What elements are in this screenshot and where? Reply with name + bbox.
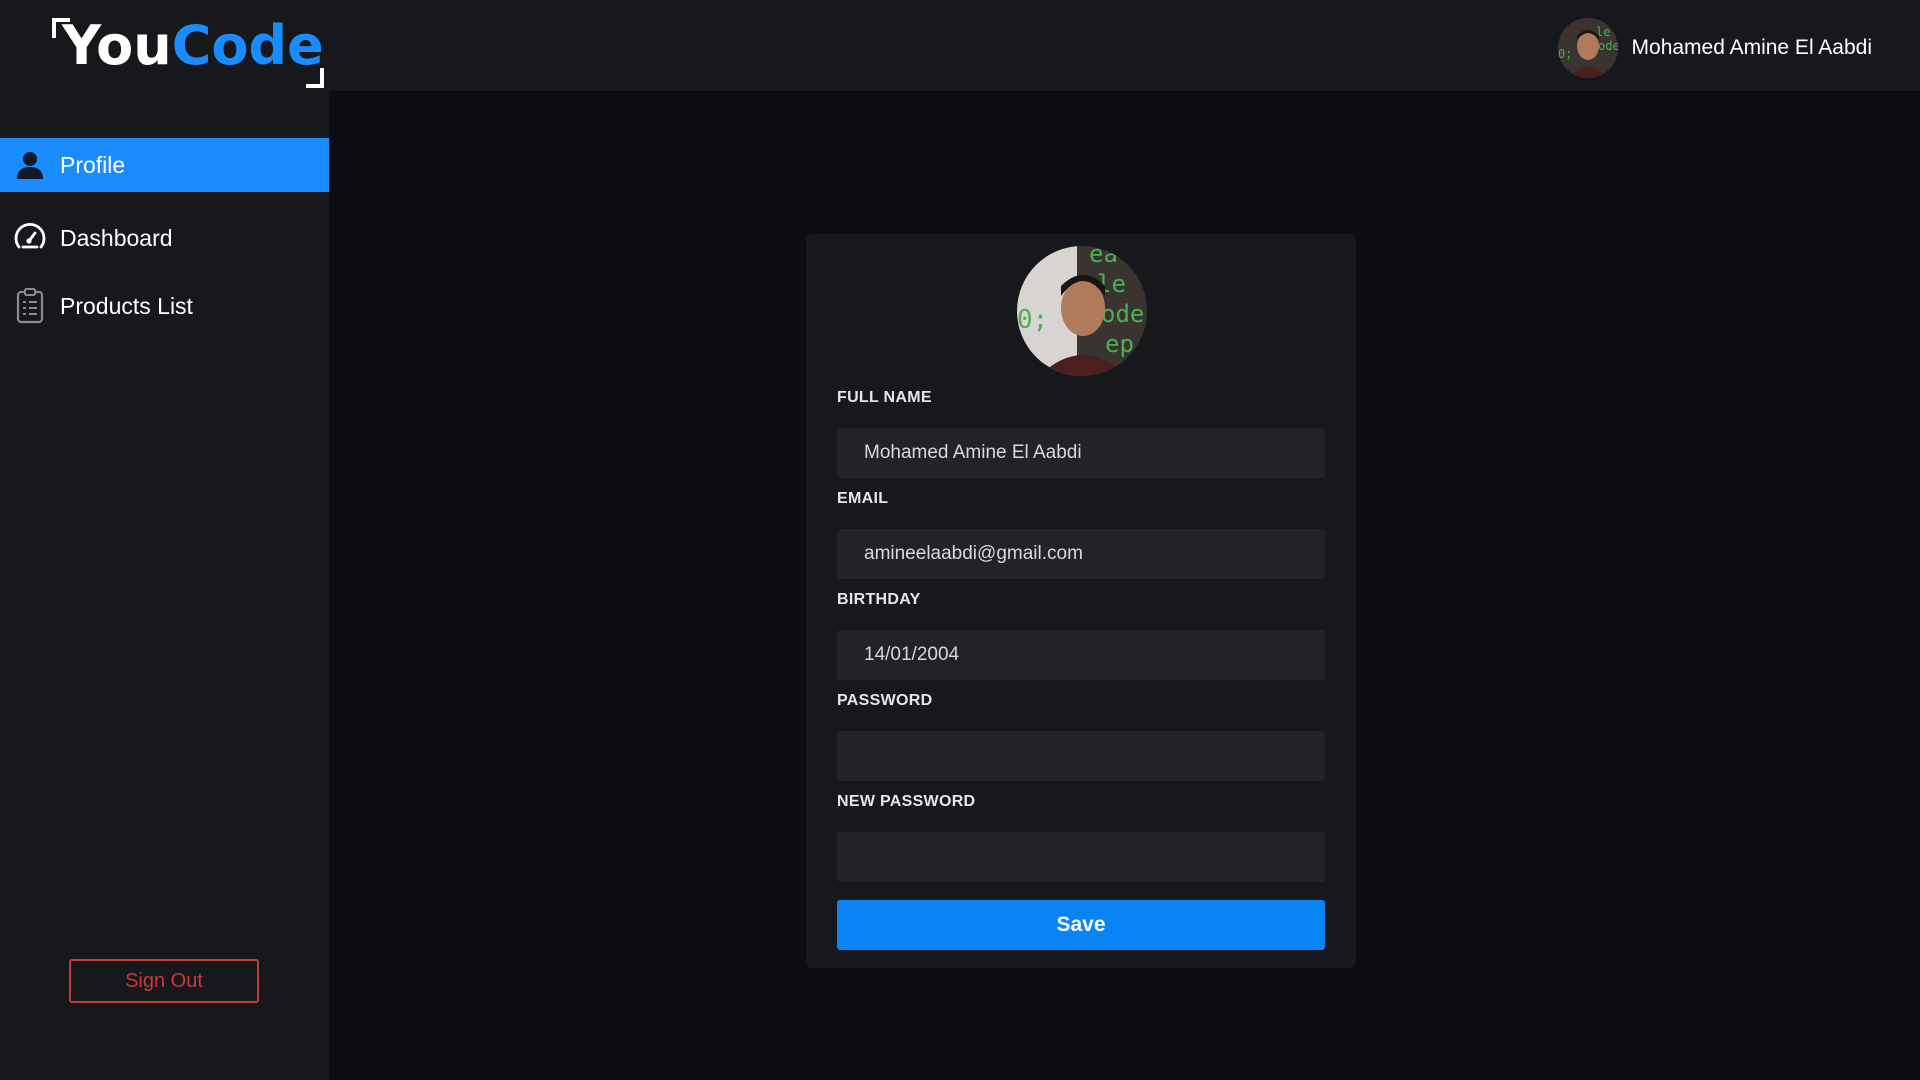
password-label: PASSWORD <box>837 692 933 709</box>
svg-text:ea: ea <box>1089 246 1118 268</box>
new-password-label: NEW PASSWORD <box>837 793 976 810</box>
svg-text:ep: ep <box>1105 330 1134 358</box>
sign-out-button[interactable]: Sign Out <box>69 959 259 1003</box>
sidebar-item-label: Profile <box>60 151 126 178</box>
top-bar: YouCode le ode 0; Mohamed Amine El Aabdi <box>0 0 1920 91</box>
svg-text:0;: 0; <box>1017 305 1048 335</box>
svg-text:ode: ode <box>1598 39 1618 53</box>
email-label: EMAIL <box>837 490 889 507</box>
sidebar-item-label: Dashboard <box>60 224 173 251</box>
save-button[interactable]: Save <box>837 900 1325 950</box>
full-name-input[interactable] <box>837 428 1325 478</box>
sidebar-item-profile[interactable]: Profile <box>0 138 329 192</box>
logo-text-you: You <box>62 14 172 77</box>
youcode-logo[interactable]: YouCode <box>52 16 324 88</box>
avatar[interactable]: le ode 0; <box>1557 18 1618 78</box>
logo-text-code: Code <box>171 14 324 77</box>
user-menu[interactable]: le ode 0; Mohamed Amine El Aabdi <box>1557 18 1872 78</box>
sidebar: Profile Dashboard Products List Sign Out <box>0 91 329 1080</box>
sidebar-item-label: Products List <box>60 292 193 319</box>
email-input[interactable] <box>837 529 1325 579</box>
logo-wordmark: YouCode <box>62 14 324 77</box>
birthday-input[interactable] <box>837 630 1325 680</box>
svg-text:0;: 0; <box>1558 47 1572 61</box>
logo-bracket-icon <box>305 68 324 88</box>
user-icon <box>12 147 48 183</box>
password-input[interactable] <box>837 731 1325 781</box>
svg-text:ode: ode <box>1101 300 1144 328</box>
sidebar-item-products-list[interactable]: Products List <box>0 279 329 333</box>
sidebar-item-dashboard[interactable]: Dashboard <box>0 211 329 265</box>
clipboard-list-icon <box>12 288 48 324</box>
speedometer-icon <box>12 220 48 256</box>
user-name[interactable]: Mohamed Amine El Aabdi <box>1632 36 1872 60</box>
full-name-label: FULL NAME <box>837 389 932 406</box>
profile-avatar[interactable]: ea le ode ep 0; <box>1017 246 1147 376</box>
profile-card: ea le ode ep 0; FULL NAME EMAIL BIRTHDAY… <box>806 234 1356 968</box>
new-password-input[interactable] <box>837 832 1325 882</box>
birthday-label: BIRTHDAY <box>837 591 921 608</box>
